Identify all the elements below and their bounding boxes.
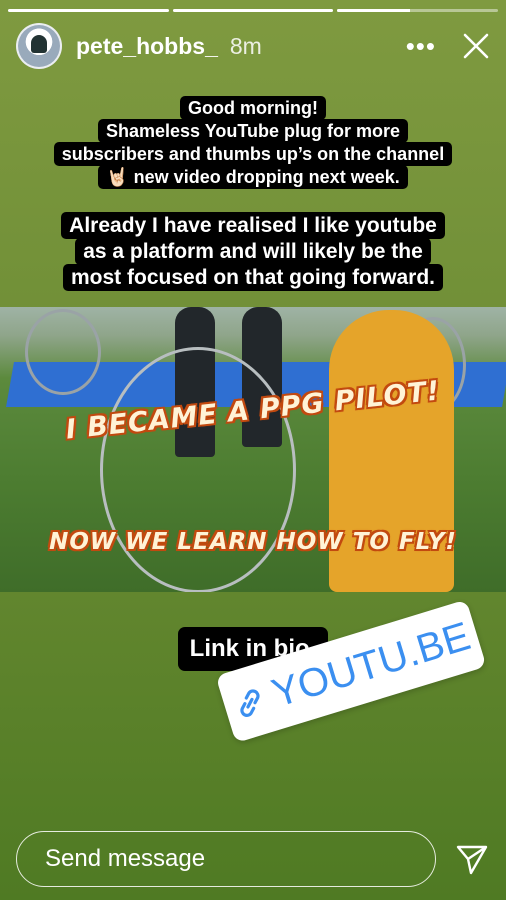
link-sticker[interactable]: YOUTU.BE bbox=[215, 599, 487, 743]
send-message-placeholder: Send message bbox=[45, 845, 206, 872]
caption-youtube-focus: Already I have realised I like youtube a… bbox=[0, 212, 506, 291]
reply-bar: Send message bbox=[16, 830, 490, 888]
caption-greeting: Good morning! Shameless YouTube plug for… bbox=[0, 96, 506, 189]
story-header: pete_hobbs_ 8m ••• bbox=[16, 23, 490, 69]
caption-line: most focused on that going forward. bbox=[63, 264, 443, 291]
caption-line: Good morning! bbox=[180, 96, 326, 120]
send-message-input[interactable]: Send message bbox=[16, 831, 436, 887]
caption-line: Already I have realised I like youtube bbox=[61, 212, 445, 239]
send-icon[interactable] bbox=[454, 841, 490, 877]
username[interactable]: pete_hobbs_ bbox=[76, 33, 218, 60]
story-progress-segment bbox=[8, 9, 169, 12]
post-time: 8m bbox=[229, 32, 262, 59]
more-icon[interactable]: ••• bbox=[406, 33, 436, 59]
video-thumbnail[interactable]: I BECAME A PPG PILOT! NOW WE LEARN HOW T… bbox=[0, 307, 506, 592]
paramotor-cage bbox=[100, 347, 296, 592]
story-progress-segment bbox=[337, 9, 499, 12]
paramotor-cage bbox=[25, 309, 101, 395]
caption-line: as a platform and will likely be the bbox=[75, 238, 431, 265]
link-icon bbox=[228, 681, 270, 723]
story-progress-bar bbox=[8, 9, 499, 12]
close-icon[interactable] bbox=[462, 32, 490, 60]
caption-line: 🤘🏻 new video dropping next week. bbox=[98, 165, 408, 189]
story-progress-segment bbox=[172, 9, 334, 12]
thumbnail-subline: NOW WE LEARN HOW TO FLY! bbox=[49, 529, 457, 555]
caption-line: subscribers and thumbs up’s on the chann… bbox=[53, 142, 453, 166]
caption-line: Shameless YouTube plug for more bbox=[97, 119, 409, 143]
avatar[interactable] bbox=[16, 23, 62, 69]
